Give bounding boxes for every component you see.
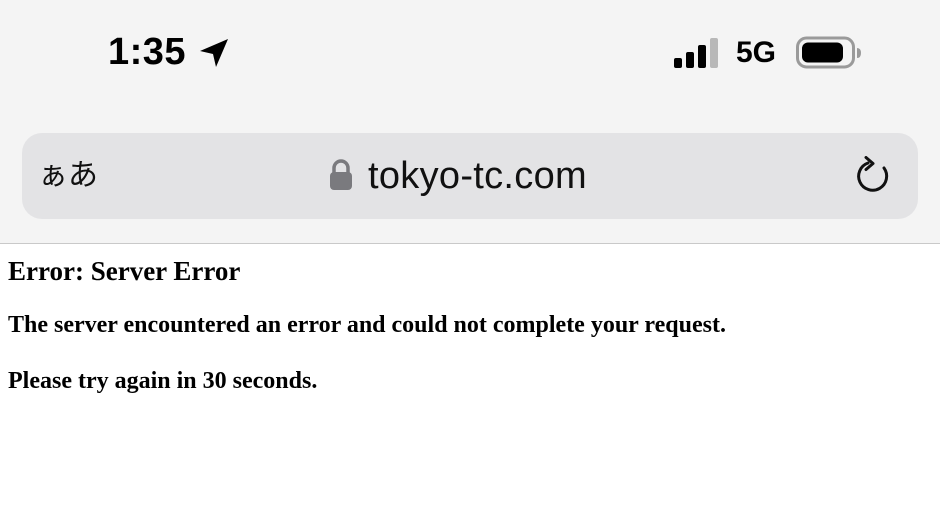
lock-icon (330, 159, 352, 190)
status-time: 1:35 (108, 31, 187, 73)
address-bar[interactable]: ぁあ tokyo-tc.com (22, 133, 918, 219)
error-message: The server encountered an error and coul… (8, 312, 726, 338)
browser-chrome: 1:35 5G ぁあ tokyo-tc.com (0, 0, 940, 244)
battery-icon (796, 36, 861, 69)
text-size-button[interactable]: ぁあ (38, 133, 98, 219)
error-title: Error: Server Error (8, 256, 241, 286)
location-arrow-icon (200, 39, 228, 67)
page-content: Error: Server Error The server encounter… (8, 252, 928, 398)
url-text: tokyo-tc.com (368, 154, 587, 197)
retry-message: Please try again in 30 seconds. (8, 368, 318, 394)
reload-icon[interactable] (854, 156, 894, 196)
network-type-label: 5G (736, 36, 777, 69)
cellular-signal-icon (674, 38, 718, 68)
url-field[interactable]: tokyo-tc.com (328, 133, 587, 219)
